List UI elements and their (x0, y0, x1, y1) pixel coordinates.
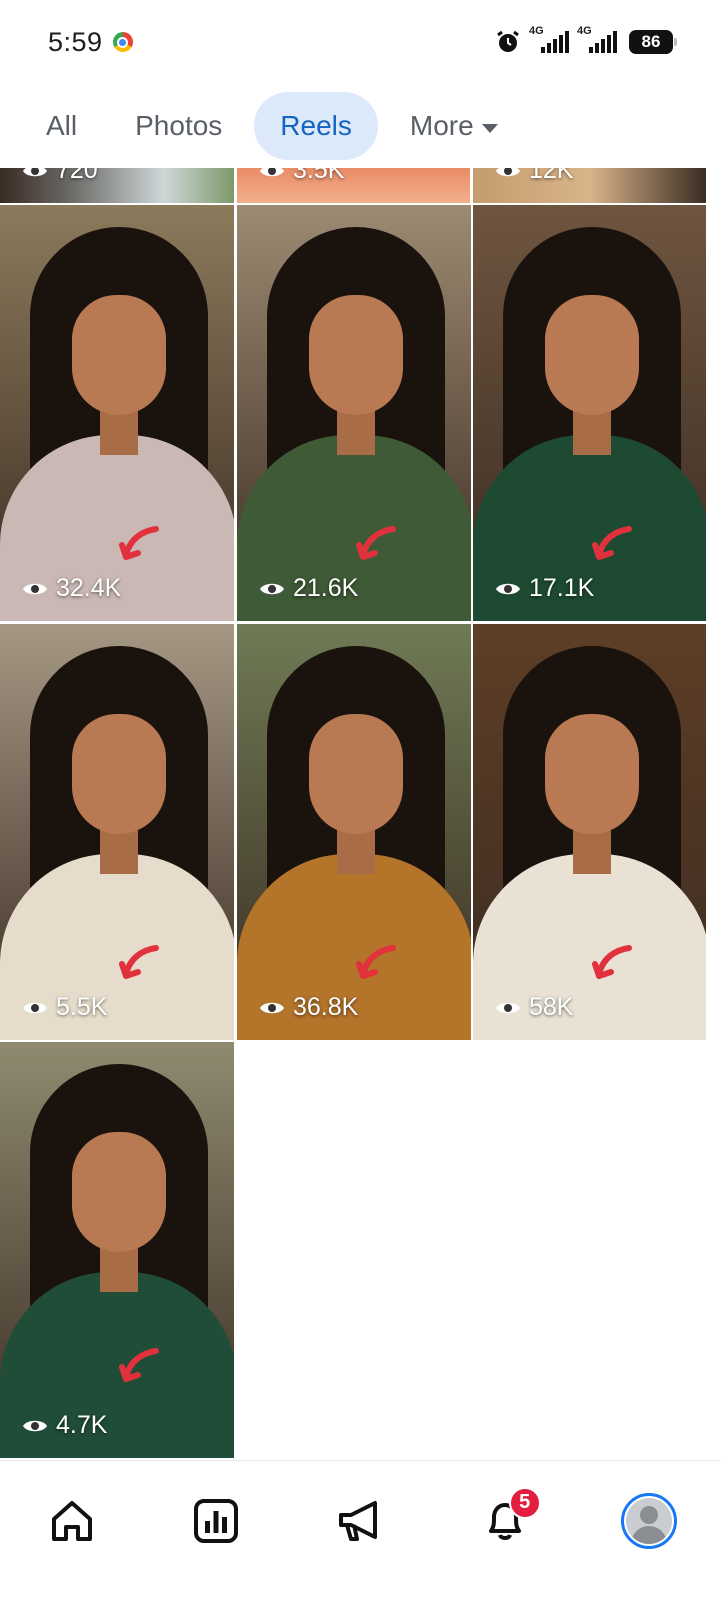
eye-icon (260, 583, 284, 594)
nav-notifications[interactable]: 5 (465, 1481, 545, 1561)
thumbnail-figure-face (309, 714, 403, 834)
eye-icon (260, 1002, 284, 1013)
view-count: 36.8K (259, 993, 358, 1022)
thumbnail-figure-face (72, 714, 166, 834)
chrome-notification-icon (112, 32, 133, 52)
eye-icon (23, 1420, 47, 1431)
nav-home[interactable] (32, 1481, 112, 1561)
nav-insights[interactable] (176, 1481, 256, 1561)
avatar-ring (620, 1492, 677, 1549)
red-arrow-icon (592, 526, 632, 560)
caret-down-icon (481, 123, 498, 133)
view-count: 12K (495, 166, 573, 185)
eye-icon (496, 1002, 520, 1013)
tab-reels[interactable]: Reels (254, 92, 378, 160)
reel-tile[interactable]: 36.8K (237, 624, 471, 1040)
view-count: 5.5K (22, 993, 107, 1022)
eye-icon (23, 583, 47, 594)
thumbnail-figure-face (545, 714, 639, 834)
view-count: 720 (22, 166, 98, 185)
eye-icon (23, 1002, 47, 1013)
view-count: 21.6K (259, 574, 358, 603)
red-arrow-icon (356, 945, 396, 979)
reel-tile-partial[interactable]: 12K (473, 166, 706, 203)
notification-badge: 5 (508, 1486, 541, 1519)
red-arrow-icon (119, 945, 159, 979)
tab-more[interactable]: More (384, 92, 524, 160)
bar-chart-icon (194, 1498, 239, 1543)
red-arrow-icon (592, 945, 632, 979)
reel-tile[interactable]: 21.6K (237, 205, 471, 621)
status-time-group: 5:59 (48, 27, 133, 58)
view-count: 32.4K (22, 574, 121, 603)
content-filter-tabs: All Photos Reels More (0, 84, 721, 168)
red-arrow-icon (119, 1348, 159, 1382)
signal-icon-1: 4G (529, 25, 569, 53)
view-count: 17.1K (495, 574, 594, 603)
tab-photos[interactable]: Photos (109, 92, 248, 160)
alarm-icon (497, 30, 519, 52)
tab-all[interactable]: All (20, 92, 103, 160)
eye-icon (260, 166, 284, 176)
view-count: 58K (495, 993, 573, 1022)
reel-tile-partial[interactable]: 3.5K (237, 166, 470, 203)
reel-tile[interactable]: 58K (473, 624, 706, 1040)
eye-icon (496, 166, 520, 176)
megaphone-icon (339, 1500, 378, 1541)
bottom-navigation: 5 (0, 1460, 721, 1600)
view-count: 4.7K (22, 1411, 107, 1440)
signal-icon-2: 4G (577, 25, 617, 53)
thumbnail-figure-face (545, 295, 639, 415)
profile-avatar (625, 1497, 672, 1544)
home-icon (52, 1500, 93, 1541)
reel-tile[interactable]: 4.7K (0, 1042, 234, 1458)
nav-ads[interactable] (320, 1481, 400, 1561)
status-bar: 5:59 4G 4G 86 (0, 0, 721, 84)
reel-tile[interactable]: 17.1K (473, 205, 706, 621)
thumbnail-figure-face (309, 295, 403, 415)
reel-tile[interactable]: 5.5K (0, 624, 234, 1040)
red-arrow-icon (119, 526, 159, 560)
view-count: 3.5K (259, 166, 344, 185)
reel-tile-partial[interactable]: 720 (0, 166, 234, 203)
thumbnail-figure-face (72, 1132, 166, 1252)
status-indicators: 4G 4G 86 (495, 25, 677, 55)
reel-tile[interactable]: 32.4K (0, 205, 234, 621)
eye-icon (23, 166, 47, 176)
eye-icon (496, 583, 520, 594)
thumbnail-figure-face (72, 295, 166, 415)
battery-icon: 86 (629, 30, 677, 54)
nav-profile[interactable] (609, 1481, 689, 1561)
red-arrow-icon (356, 526, 396, 560)
status-time: 5:59 (48, 26, 103, 57)
